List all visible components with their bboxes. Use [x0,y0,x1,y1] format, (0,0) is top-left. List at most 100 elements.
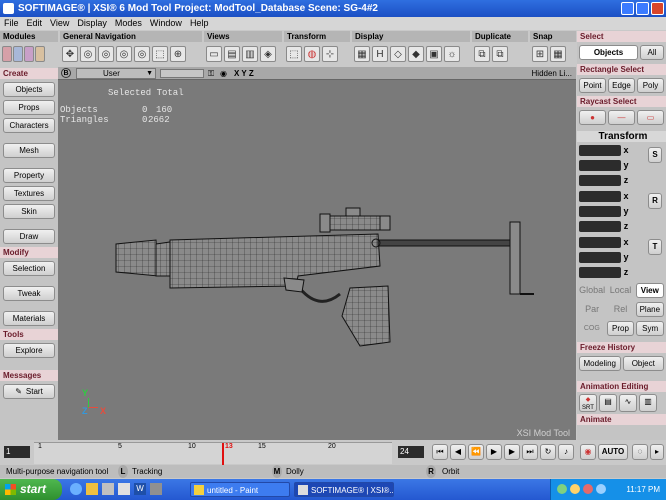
select-edge-button[interactable]: Edge [608,78,635,93]
rewind-icon[interactable]: ⏪ [468,444,484,460]
select-all-button[interactable]: All [640,45,664,60]
select-objects-button[interactable]: Objects [579,45,638,60]
playhead[interactable] [222,443,224,465]
modify-tweak-button[interactable]: Tweak [3,286,55,301]
snap-grid-icon[interactable]: ▦ [550,46,566,62]
timeline-start-field[interactable]: 1 [4,446,30,458]
rotate-icon[interactable]: ◍ [304,46,320,62]
par-toggle[interactable]: Par [579,302,605,317]
translate-button[interactable]: T [648,239,662,255]
minimize-button[interactable] [621,2,634,15]
hidden-line-icon[interactable]: H [372,46,388,62]
wireframe-icon[interactable]: ◇ [390,46,406,62]
tray-icon-1[interactable] [557,484,567,494]
view-toggle[interactable]: View [635,283,664,298]
create-textures-button[interactable]: Textures [3,186,55,201]
display-mode-menu[interactable]: Hidden Li... [532,67,572,80]
timeline-end-field[interactable]: 24 [398,446,424,458]
fcurve-button[interactable]: ∿ [619,394,637,412]
grid-icon[interactable]: ▦ [354,46,370,62]
translate-icon[interactable]: ⊹ [322,46,338,62]
dopesheet-button[interactable]: ▥ [639,394,657,412]
app-icon[interactable] [102,483,114,495]
prev-frame-icon[interactable]: ◀ [450,444,466,460]
menu-window[interactable]: Window [150,17,182,30]
tray-icon-2[interactable] [570,484,580,494]
modify-materials-button[interactable]: Materials [3,311,55,326]
module-3-icon[interactable] [24,46,34,62]
menu-edit[interactable]: Edit [27,17,43,30]
scale-button[interactable]: S [648,147,662,163]
sym-toggle[interactable]: Sym [636,321,665,336]
eye-icon[interactable]: ◉ [220,67,227,80]
scale-x-field[interactable] [579,144,621,156]
frame-object-icon[interactable]: ◎ [134,46,150,62]
word-icon[interactable]: W [134,483,146,495]
task-softimage[interactable]: SOFTIMAGE® | XSI®... [294,482,394,497]
clone-icon[interactable]: ⧉ [492,46,508,62]
maximize-button[interactable] [636,2,649,15]
first-frame-icon[interactable]: ⏮ [432,444,448,460]
lock-icon[interactable]: ⚿ [208,67,214,80]
rotate-y-field[interactable] [579,205,621,217]
timeline-ruler[interactable]: 1 5 10 15 20 13 [34,442,392,465]
local-toggle[interactable]: Local [607,283,633,298]
translate-x-field[interactable] [579,236,621,248]
snap-icon[interactable]: ⊞ [532,46,548,62]
email-icon[interactable] [118,483,130,495]
key-settings-icon[interactable]: ▸ [650,444,664,460]
perspective-view-icon[interactable]: ◈ [260,46,276,62]
select-poly-button[interactable]: Poly [637,78,664,93]
camera-dropdown[interactable]: User ▼ [76,68,156,79]
frame-selection-icon[interactable]: ◎ [98,46,114,62]
loop-icon[interactable]: ↻ [540,444,556,460]
viewport-letter-button[interactable]: B [61,68,71,78]
create-characters-button[interactable]: Characters [3,118,55,133]
tray-icon-4[interactable] [596,484,606,494]
duplicate-icon[interactable]: ⧉ [474,46,490,62]
select-point-button[interactable]: Point [579,78,606,93]
global-toggle[interactable]: Global [579,283,605,298]
textured-icon[interactable]: ▣ [426,46,442,62]
plane-toggle[interactable]: Plane [635,302,664,317]
scale-y-field[interactable] [579,159,621,171]
rel-toggle[interactable]: Rel [607,302,633,317]
3d-viewport[interactable]: Selected Total Objects 0 160 Triangles 0 266… [58,80,576,440]
prop-toggle[interactable]: Prop [606,321,635,336]
auto-key-button[interactable]: AUTO [598,444,628,460]
srt-key-button[interactable]: ◆ SRT [579,394,597,412]
camera-view-icon[interactable]: ▭ [206,46,222,62]
menu-view[interactable]: View [50,17,69,30]
task-paint[interactable]: untitled - Paint [190,482,290,497]
freeze-object-button[interactable]: Object [622,356,664,371]
lights-icon[interactable]: ☼ [444,46,460,62]
rifle-wireframe-model[interactable] [58,80,576,440]
start-button[interactable]: ✎ Start [3,384,55,399]
cog-toggle[interactable]: COG [579,321,605,336]
pan-icon[interactable]: ⬚ [152,46,168,62]
viewport-toggle-icons[interactable] [160,69,204,78]
tools-explore-button[interactable]: Explore [3,343,55,358]
key-options-icon[interactable]: ◌ [632,444,648,460]
raycast-poly-button[interactable]: ▭ [637,110,664,125]
rotate-z-field[interactable] [579,220,621,232]
scale-z-field[interactable] [579,174,621,186]
translate-y-field[interactable] [579,251,621,263]
close-button[interactable] [651,2,664,15]
rotate-button[interactable]: R [648,193,662,209]
next-frame-icon[interactable]: ▶ [504,444,520,460]
start-menu-button[interactable]: start [0,479,62,500]
tray-icons[interactable] [557,484,621,495]
freeze-modeling-button[interactable]: Modeling [579,356,621,371]
create-property-button[interactable]: Property [3,168,55,183]
create-objects-button[interactable]: Objects [3,82,55,97]
raycast-edge-button[interactable]: — [608,110,635,125]
top-view-icon[interactable]: ▤ [224,46,240,62]
modify-selection-button[interactable]: Selection [3,261,55,276]
create-props-button[interactable]: Props [3,100,55,115]
module-4-icon[interactable] [35,46,45,62]
navigate-icon[interactable]: ✥ [62,46,78,62]
raycast-point-button[interactable]: ● [579,110,606,125]
menu-help[interactable]: Help [190,17,209,30]
front-view-icon[interactable]: ▥ [242,46,258,62]
